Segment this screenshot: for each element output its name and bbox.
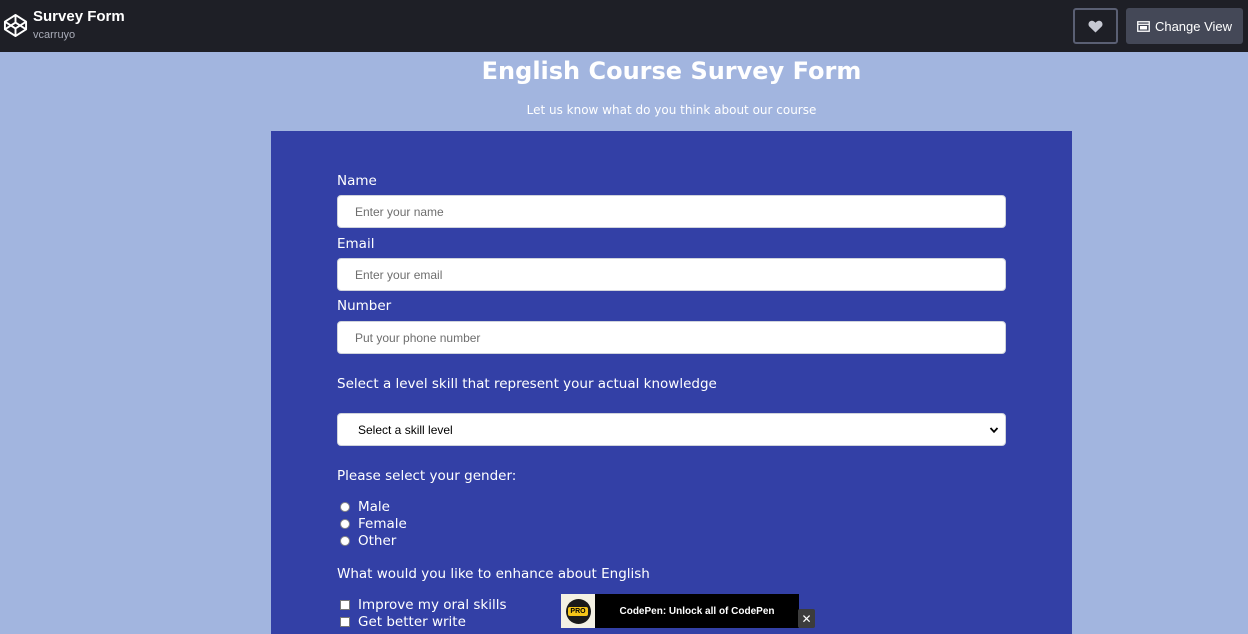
gender-label: Please select your gender:: [337, 468, 517, 484]
number-input[interactable]: [337, 321, 1006, 354]
enhance-option-oral[interactable]: Improve my oral skills: [340, 597, 507, 613]
codepen-topbar: Survey Form vcarruyo Change View: [0, 0, 1248, 52]
gender-option-label: Other: [358, 533, 397, 549]
pro-badge: PRO: [561, 594, 595, 628]
gender-radio[interactable]: [340, 536, 350, 546]
skill-level-label: Select a level skill that represent your…: [337, 376, 717, 392]
enhance-option-write[interactable]: Get better write: [340, 614, 466, 630]
close-icon[interactable]: ✕: [798, 609, 815, 628]
page-title: English Course Survey Form: [481, 57, 862, 85]
pro-badge-text: PRO: [568, 606, 588, 616]
like-button[interactable]: [1073, 8, 1118, 44]
gender-radio[interactable]: [340, 519, 350, 529]
gender-option-male[interactable]: Male: [340, 499, 390, 515]
change-view-button[interactable]: Change View: [1126, 8, 1243, 44]
codepen-pro-banner[interactable]: PRO CodePen: Unlock all of CodePen: [561, 594, 799, 628]
enhance-option-label: Get better write: [358, 614, 466, 630]
survey-form: Name Email Number Select a level skill t…: [271, 131, 1072, 634]
gender-option-label: Male: [358, 499, 390, 515]
pen-author[interactable]: vcarruyo: [33, 29, 75, 41]
chevron-down-icon: [989, 427, 999, 434]
layout-icon: [1137, 20, 1150, 32]
heart-icon: [1088, 20, 1103, 33]
gender-option-label: Female: [358, 516, 407, 532]
skill-level-select[interactable]: Select a skill level: [337, 413, 1006, 446]
promo-text: CodePen: Unlock all of CodePen: [619, 605, 775, 617]
enhance-checkbox[interactable]: [340, 617, 350, 627]
email-label: Email: [337, 236, 375, 252]
page-description: Let us know what do you think about our …: [526, 103, 817, 117]
gender-radio[interactable]: [340, 502, 350, 512]
pro-badge-icon: PRO: [565, 598, 591, 624]
change-view-label: Change View: [1154, 18, 1233, 34]
number-label: Number: [337, 298, 392, 314]
name-label: Name: [337, 173, 377, 189]
enhance-label: What would you like to enhance about Eng…: [337, 566, 650, 582]
name-input[interactable]: [337, 195, 1006, 228]
pen-title[interactable]: Survey Form: [33, 8, 125, 25]
enhance-checkbox[interactable]: [340, 600, 350, 610]
codepen-logo-icon[interactable]: [3, 13, 28, 38]
skill-level-selected: Select a skill level: [358, 422, 453, 437]
gender-option-other[interactable]: Other: [340, 533, 396, 549]
gender-option-female[interactable]: Female: [340, 516, 407, 532]
email-input[interactable]: [337, 258, 1006, 291]
enhance-option-label: Improve my oral skills: [358, 597, 507, 613]
